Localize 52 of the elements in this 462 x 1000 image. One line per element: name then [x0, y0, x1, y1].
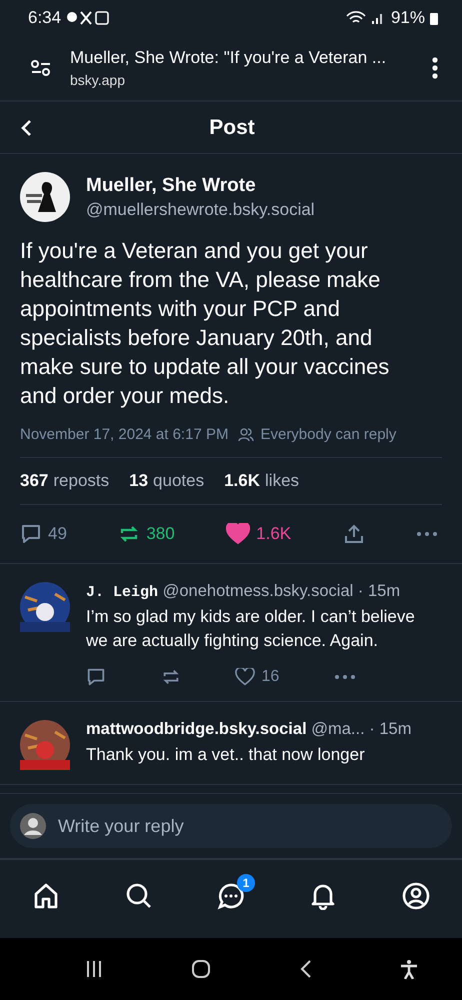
back-icon[interactable] — [20, 118, 32, 136]
stat-label[interactable]: reposts — [53, 471, 110, 490]
stat-count[interactable]: 13 — [129, 471, 148, 490]
comment-icon — [20, 523, 42, 545]
reply-text: I’m so glad my kids are older. I can’t believe we are actually fighting science. Again. — [86, 606, 416, 652]
more-icon[interactable] — [416, 531, 438, 537]
notification-badge: 1 — [236, 874, 255, 892]
heart-icon — [226, 523, 250, 545]
home-button-icon[interactable] — [191, 959, 212, 979]
reply-button[interactable]: 49 — [20, 523, 67, 545]
bell-icon[interactable] — [309, 882, 338, 910]
reply-author-name[interactable]: J. Leigh — [86, 584, 158, 601]
accessibility-icon[interactable] — [400, 959, 418, 979]
author-name[interactable]: Mueller, She Wrote — [86, 174, 315, 196]
reply-field[interactable]: Write your reply — [10, 804, 452, 848]
back-icon[interactable] — [298, 959, 313, 979]
reply-time: · 15m — [358, 582, 400, 600]
stat-label[interactable]: likes — [265, 471, 300, 490]
reply-handle[interactable]: @ma... — [311, 720, 365, 738]
avatar-icon — [20, 813, 46, 839]
stat-count[interactable]: 367 — [20, 471, 48, 490]
post-date: November 17, 2024 at 6:17 PM — [20, 426, 228, 443]
header-title: Post — [209, 116, 255, 140]
share-icon[interactable] — [342, 523, 365, 545]
like-button[interactable]: 16 — [235, 668, 280, 686]
chat-icon[interactable] — [216, 882, 245, 910]
comment-icon[interactable] — [86, 667, 106, 687]
site-settings-icon[interactable] — [30, 59, 52, 77]
repost-icon[interactable] — [160, 667, 181, 687]
battery-icon — [430, 12, 438, 24]
stat-count[interactable]: 1.6K — [224, 471, 260, 490]
page-url: bsky.app — [70, 72, 126, 88]
search-icon[interactable] — [124, 882, 153, 910]
profile-icon[interactable] — [402, 882, 430, 910]
page-title: Mueller, She Wrote: "If you're a Veteran ... — [70, 48, 388, 68]
reply-handle[interactable]: @onehotmess.bsky.social — [162, 582, 354, 600]
like-button[interactable]: 1.6K — [226, 523, 292, 545]
battery-level: 91% — [390, 8, 425, 28]
menu-icon[interactable] — [432, 57, 438, 79]
reply-time: · 15m — [369, 720, 412, 738]
people-icon — [238, 428, 254, 442]
more-icon[interactable] — [334, 674, 356, 680]
post-text: If you're a Veteran and you get your healthcare from the VA, please make appointments with your PCP and specialists before January 20th, and make sure to update all your vaccines and order your meds. — [20, 237, 390, 410]
clock: 6:34 — [28, 8, 62, 28]
heart-icon — [235, 668, 256, 686]
reply-text: Thank you. im a vet.. that now longer — [86, 744, 366, 766]
stat-label[interactable]: quotes — [153, 471, 204, 490]
repost-button[interactable]: 380 — [118, 523, 175, 545]
home-icon[interactable] — [32, 882, 60, 910]
reply-author-name[interactable]: mattwoodbridge.bsky.social — [86, 720, 307, 738]
author-handle[interactable]: @muellershewrote.bsky.social — [86, 200, 315, 220]
reply-setting[interactable]: Everybody can reply — [260, 426, 396, 443]
